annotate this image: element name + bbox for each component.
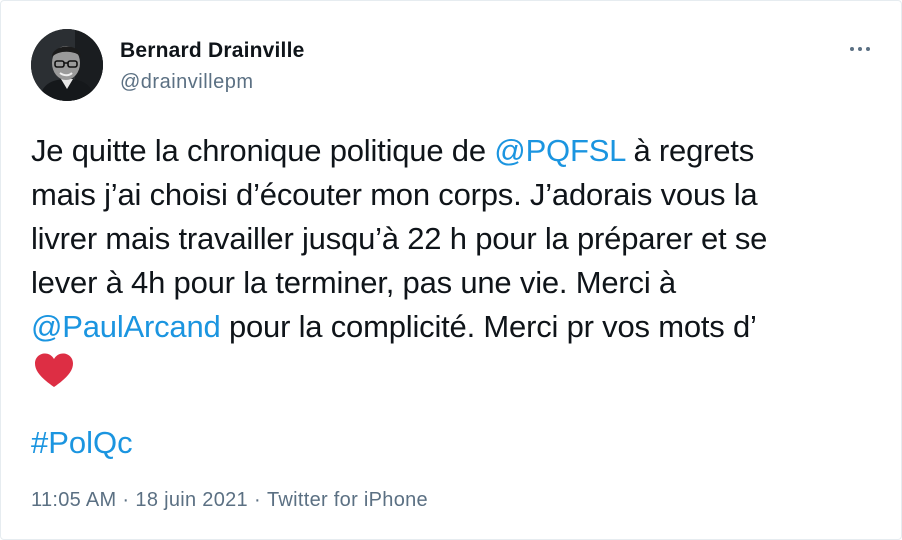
meta-separator: · — [253, 489, 261, 511]
author-name[interactable]: Bernard Drainville — [120, 39, 305, 63]
author-handle[interactable]: @drainvillepm — [120, 71, 254, 94]
more-dot-icon — [858, 47, 862, 51]
tweet-text-line — [31, 349, 881, 393]
hashtag-link[interactable]: #PolQc — [31, 421, 133, 465]
avatar-image — [31, 29, 103, 101]
text-segment: à regrets — [625, 133, 755, 168]
mention-link-paularcand[interactable]: @PaulArcand — [31, 309, 221, 344]
tweet-text-line: mais j’ai choisi d’écouter mon corps. J’… — [31, 177, 758, 212]
tweet-text-line: livrer mais travailler jusqu’à 22 h pour… — [31, 221, 768, 256]
tweet-text: Je quitte la chronique politique de @PQF… — [31, 129, 881, 393]
mention-link-pqfsl[interactable]: @PQFSL — [494, 133, 625, 168]
more-dot-icon — [866, 47, 870, 51]
tweet-source[interactable]: Twitter for iPhone — [267, 489, 428, 511]
tweet-time[interactable]: 11:05 AM — [31, 489, 116, 511]
tweet-text-line: Je quitte la chronique politique de @PQF… — [31, 129, 881, 173]
more-options-button[interactable] — [845, 37, 875, 61]
tweet-date[interactable]: 18 juin 2021 — [135, 489, 248, 511]
meta-separator: · — [122, 489, 130, 511]
tweet-text-line: lever à 4h pour la terminer, pas une vie… — [31, 265, 676, 300]
text-segment: Je quitte la chronique politique de — [31, 133, 495, 168]
text-segment: pour la complicité. Merci pr vos mots d’ — [220, 309, 757, 344]
author-avatar[interactable] — [31, 29, 103, 101]
tweet-text-line: @PaulArcand pour la complicité. Merci pr… — [31, 305, 881, 349]
red-heart-icon — [31, 349, 77, 393]
more-dot-icon — [850, 47, 854, 51]
tweet-card: Bernard Drainville @drainvillepm Je quit… — [0, 0, 902, 540]
tweet-meta: 11:05 AM · 18 juin 2021 · Twitter for iPhone — [31, 489, 428, 512]
